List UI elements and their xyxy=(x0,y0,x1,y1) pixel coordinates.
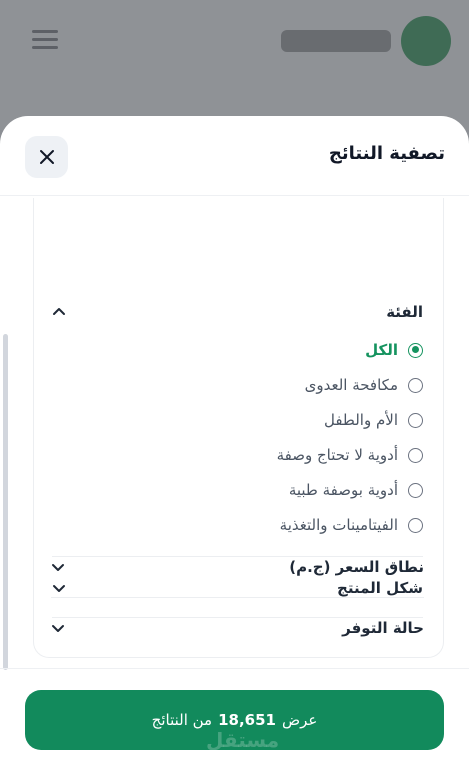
category-option-prescription[interactable]: أدوية بوصفة طبية xyxy=(289,478,423,502)
price-range-section-header[interactable]: نطاق السعر (ج.م) xyxy=(51,553,424,581)
show-results-suffix: من النتائج xyxy=(151,711,213,729)
category-option-otc[interactable]: أدوية لا تحتاج وصفة xyxy=(277,443,423,467)
scrollbar[interactable] xyxy=(3,334,8,670)
background-menu-icon xyxy=(32,30,58,50)
background-logo-wordmark xyxy=(281,30,391,52)
radio-icon xyxy=(408,377,423,393)
results-count: 18,651 xyxy=(218,711,276,729)
background-logo-icon xyxy=(401,16,451,66)
chevron-down-icon xyxy=(53,585,65,592)
category-option-all[interactable]: الكل xyxy=(365,338,423,362)
category-option-label: مكافحة العدوى xyxy=(304,376,398,394)
radio-icon xyxy=(408,517,423,533)
category-option-label: أدوية بوصفة طبية xyxy=(288,481,398,499)
availability-section-header[interactable]: حالة التوفر xyxy=(51,614,424,642)
divider xyxy=(51,597,424,598)
category-option-vitamins[interactable]: الفيتامينات والتغذية xyxy=(280,513,423,537)
category-option-label: الفيتامينات والتغذية xyxy=(279,516,398,534)
category-section-header[interactable]: الفئة xyxy=(52,298,423,326)
show-results-prefix: عرض xyxy=(281,711,318,729)
category-option-infection-control[interactable]: مكافحة العدوى xyxy=(305,373,423,397)
filter-card: الفئة الكل مكافحة العدوى الأم والطفل أدو… xyxy=(33,198,444,658)
sheet-title: تصفية النتائج xyxy=(328,143,445,164)
category-option-label: أدوية لا تحتاج وصفة xyxy=(276,446,398,464)
price-range-section-label: نطاق السعر (ج.م) xyxy=(289,558,424,576)
background-app-header xyxy=(0,0,469,130)
chevron-down-icon xyxy=(52,625,64,632)
radio-icon xyxy=(408,447,423,463)
chevron-up-icon xyxy=(53,308,65,315)
availability-section-label: حالة التوفر xyxy=(342,619,424,637)
sheet-header: تصفية النتائج xyxy=(0,116,469,196)
radio-icon xyxy=(408,412,423,428)
category-option-label: الأم والطفل xyxy=(323,411,398,429)
category-section-label: الفئة xyxy=(386,303,423,321)
chevron-down-icon xyxy=(52,564,64,571)
category-option-label: الكل xyxy=(365,341,398,359)
close-button[interactable] xyxy=(25,136,68,178)
radio-icon xyxy=(408,482,423,498)
filter-bottom-sheet: تصفية النتائج الفئة الكل مكافحة العدوى ا… xyxy=(0,116,469,770)
footer-divider xyxy=(0,668,469,669)
product-form-section-label: شكل المنتج xyxy=(337,579,423,597)
category-option-mother-child[interactable]: الأم والطفل xyxy=(324,408,423,432)
watermark: مستقل xyxy=(206,728,280,752)
radio-selected-icon xyxy=(408,342,423,358)
close-icon xyxy=(39,150,54,164)
